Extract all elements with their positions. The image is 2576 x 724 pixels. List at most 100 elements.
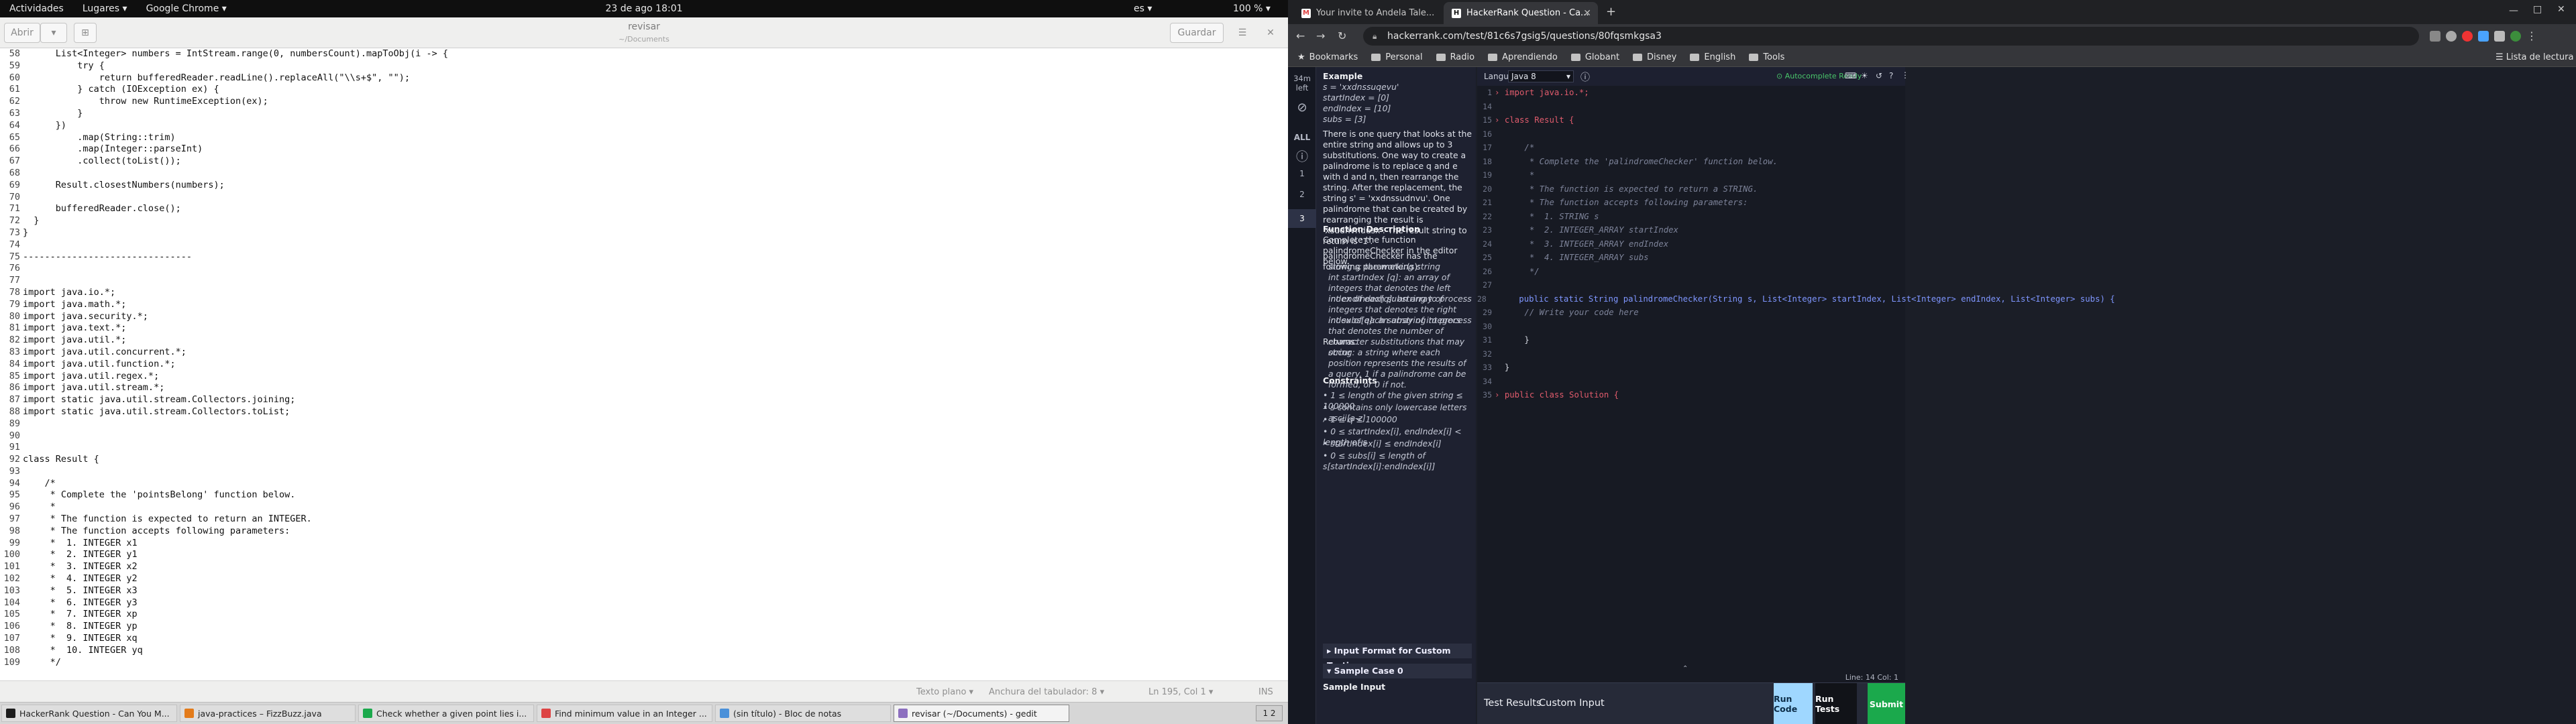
code-line[interactable]: 69 Result.closestNumbers(numbers); — [0, 180, 1288, 192]
close-icon[interactable]: ✕ — [1258, 23, 1283, 43]
code-line[interactable]: 87 import static java.util.stream.Collect… — [0, 394, 1288, 406]
code-line[interactable]: 29 // Write your code here — [1477, 306, 1905, 320]
code-line[interactable]: 71 bufferedReader.close(); — [0, 203, 1288, 215]
code-line[interactable]: 109 */ — [0, 657, 1288, 669]
code-line[interactable]: 105 * 7. INTEGER xp — [0, 609, 1288, 621]
code-line[interactable]: 15 › class Result { — [1477, 113, 1905, 127]
tab-width-selector[interactable]: Anchura del tabulador: 8 ▾ — [989, 687, 1104, 697]
code-line[interactable]: 77 — [0, 275, 1288, 287]
code-line[interactable]: 60 return bufferedReader.readLine().repl… — [0, 72, 1288, 84]
code-line[interactable]: 66 .map(Integer::parseInt) — [0, 143, 1288, 156]
adblock-icon[interactable] — [2462, 31, 2473, 42]
back-icon[interactable]: ← — [1296, 29, 1305, 42]
code-line[interactable]: 94 /* — [0, 478, 1288, 490]
save-button[interactable]: Guardar — [1170, 23, 1224, 43]
code-line[interactable]: 62 throw new RuntimeException(ex); — [0, 96, 1288, 108]
code-line[interactable]: 64 }) — [0, 120, 1288, 132]
code-line[interactable]: 108 * 10. INTEGER yq — [0, 645, 1288, 657]
fold-icon[interactable]: › — [1495, 86, 1505, 100]
submit-button[interactable]: Submit — [1868, 683, 1905, 724]
extension-icon[interactable] — [2446, 31, 2457, 42]
info-icon[interactable]: ⓘ — [1580, 70, 1590, 84]
code-line[interactable]: 79 import java.math.*; — [0, 299, 1288, 311]
code-line[interactable]: 24 * 3. INTEGER_ARRAY endIndex — [1477, 237, 1905, 251]
code-line[interactable]: 91 — [0, 442, 1288, 454]
code-line[interactable]: 21 * The function accepts following para… — [1477, 196, 1905, 210]
code-line[interactable]: 58 List<Integer> numbers = IntStream.ran… — [0, 48, 1288, 60]
run-tests-button[interactable]: Run Tests — [1815, 683, 1857, 724]
clock[interactable]: 23 de ago 18:01 — [0, 3, 1288, 14]
code-line[interactable]: 20 * The function is expected to return … — [1477, 182, 1905, 196]
code-line[interactable]: 85 import java.util.regex.*; — [0, 371, 1288, 383]
code-line[interactable]: 27 — [1477, 278, 1905, 292]
code-line[interactable]: 68 — [0, 168, 1288, 180]
help-icon[interactable]: ? — [1889, 71, 1893, 80]
code-line[interactable]: 23 * 2. INTEGER_ARRAY startIndex — [1477, 223, 1905, 237]
extension-icon[interactable] — [2430, 31, 2440, 42]
text-editor[interactable]: 58 List<Integer> numbers = IntStream.ran… — [0, 48, 1288, 680]
code-line[interactable]: 14 — [1477, 100, 1905, 114]
code-line[interactable]: 100 * 2. INTEGER y1 — [0, 549, 1288, 561]
code-line[interactable]: 70 — [0, 192, 1288, 204]
code-line[interactable]: 95 * Complete the 'pointsBelong' functio… — [0, 489, 1288, 501]
code-line[interactable]: 18 * Complete the 'palindromeChecker' fu… — [1477, 155, 1905, 169]
bookmark-item[interactable]: English — [1690, 52, 1735, 62]
bookmark-item[interactable]: Tools — [1749, 52, 1784, 62]
code-line[interactable]: 107 * 9. INTEGER xq — [0, 633, 1288, 645]
tab-hackerrank[interactable]: H HackerRank Question - Ca... ✕ — [1444, 2, 1598, 24]
extension-icon[interactable] — [2478, 31, 2489, 42]
hamburger-menu-icon[interactable]: ☰ — [1230, 23, 1254, 43]
code-line[interactable]: 81 import java.text.*; — [0, 322, 1288, 335]
code-line[interactable]: 67 .collect(toList()); — [0, 156, 1288, 168]
collapse-icon[interactable]: ⌃ — [1682, 665, 1688, 672]
fold-icon[interactable]: › — [1495, 388, 1505, 402]
lock-icon[interactable]: 🔒︎ — [1373, 32, 1377, 42]
code-line[interactable]: 74 — [0, 239, 1288, 251]
code-line[interactable]: 98 * The function accepts following para… — [0, 526, 1288, 538]
code-line[interactable]: 34 — [1477, 375, 1905, 389]
code-line[interactable]: 35 › public class Solution { — [1477, 388, 1905, 402]
battery-indicator[interactable]: 100 % ▾ — [1233, 3, 1271, 14]
code-line[interactable]: 102 * 4. INTEGER y2 — [0, 573, 1288, 585]
code-line[interactable]: 89 — [0, 418, 1288, 430]
taskbar-item[interactable]: HackerRank Question - Can You M... — [1, 705, 177, 722]
info-icon[interactable]: ⓘ — [1288, 147, 1316, 165]
history-icon[interactable]: ↺ — [1876, 71, 1882, 80]
code-line[interactable]: 93 — [0, 466, 1288, 478]
taskbar-item[interactable]: revisar (~/Documents) - gedit — [894, 705, 1069, 722]
bookmark-item[interactable]: Disney — [1633, 52, 1676, 62]
code-line[interactable]: 16 — [1477, 127, 1905, 141]
code-line[interactable]: 61 } catch (IOException ex) { — [0, 84, 1288, 96]
tab-andela[interactable]: M Your invite to Andela Tale... — [1293, 2, 1444, 24]
code-line[interactable]: 26 */ — [1477, 265, 1905, 279]
minimize-icon[interactable]: — — [2509, 5, 2518, 16]
taskbar-item[interactable]: java-practices – FizzBuzz.java — [180, 705, 356, 722]
code-line[interactable]: 28 public static String palindromeChecke… — [1477, 292, 2115, 306]
keyboard-icon[interactable]: ⌨ — [1845, 71, 1856, 80]
code-line[interactable]: 73} — [0, 227, 1288, 239]
code-line[interactable]: 83 import java.util.concurrent.*; — [0, 347, 1288, 359]
syntax-selector[interactable]: Texto plano ▾ — [916, 687, 973, 697]
more-menu-icon[interactable]: ⋮ — [2526, 29, 2537, 42]
code-line[interactable]: 88 import static java.util.stream.Collect… — [0, 406, 1288, 418]
input-format-accordion[interactable]: ▸ Input Format for Custom Testing — [1323, 644, 1472, 670]
run-code-button[interactable]: Run Code — [1774, 683, 1813, 724]
code-line[interactable]: 17 /* — [1477, 141, 1905, 155]
all-questions-link[interactable]: ALL — [1288, 133, 1316, 142]
cursor-position[interactable]: Ln 195, Col 1 ▾ — [1148, 687, 1213, 697]
custom-input-tab[interactable]: Custom Input — [1539, 698, 1605, 709]
reload-icon[interactable]: ↻ — [1338, 29, 1346, 42]
code-line[interactable]: 101 * 3. INTEGER x2 — [0, 561, 1288, 573]
code-line[interactable]: 78 import java.io.*; — [0, 287, 1288, 299]
taskbar-item[interactable]: (sin título) - Bloc de notas — [715, 705, 891, 722]
reading-list-button[interactable]: ☰ Lista de lectura — [2496, 52, 2573, 62]
code-line[interactable]: 25 * 4. INTEGER_ARRAY subs — [1477, 251, 1905, 265]
code-line[interactable]: 76 — [0, 263, 1288, 275]
bookmark-item[interactable]: Radio — [1436, 52, 1474, 62]
bookmark-item[interactable]: Aprendiendo — [1488, 52, 1558, 62]
question-link-1[interactable]: 1 — [1288, 169, 1316, 178]
theme-icon[interactable]: ☀ — [1861, 71, 1868, 80]
close-window-icon[interactable]: ✕ — [2557, 4, 2565, 15]
code-line[interactable]: 65 .map(String::trim) — [0, 132, 1288, 144]
code-line[interactable]: 90 — [0, 430, 1288, 442]
